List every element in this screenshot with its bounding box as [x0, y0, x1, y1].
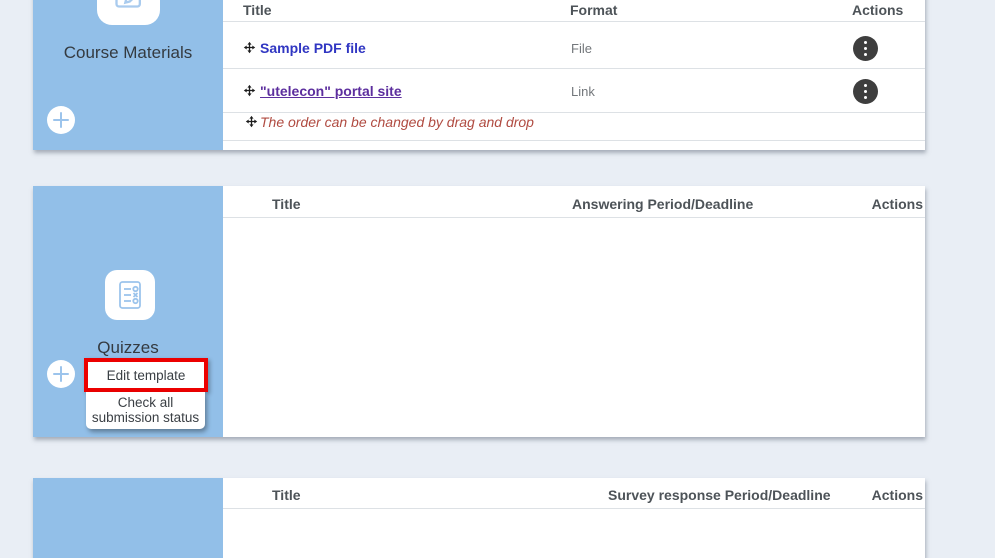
section-surveys: Title Survey response Period/Deadline Ac… — [33, 478, 925, 558]
course-materials-panel: Course Materials — [33, 0, 223, 150]
material-format: File — [571, 41, 592, 56]
add-material-button[interactable] — [47, 106, 75, 134]
plus-icon — [47, 360, 75, 388]
material-format: Link — [571, 84, 595, 99]
menu-item-label: Check all submission status — [91, 395, 200, 425]
section-course-materials: Course Materials Title Format Actions Sa… — [33, 0, 925, 150]
drag-drop-note: The order can be changed by drag and dro… — [260, 114, 534, 130]
menu-item-edit-template[interactable]: Edit template — [84, 358, 208, 392]
section-title: Course Materials — [33, 43, 223, 63]
column-header-title: Title — [243, 2, 272, 18]
surveys-panel — [33, 478, 223, 558]
section-title: Quizzes — [33, 338, 223, 358]
kebab-dot — [864, 96, 868, 100]
course-admin-page: { "colors": { "page_background": "#e9eef… — [0, 0, 995, 520]
drag-move-icon[interactable] — [245, 115, 259, 129]
drag-move-icon[interactable] — [243, 84, 257, 98]
section-quizzes: Quizzes Edit template Check all submissi… — [33, 186, 925, 437]
quizzes-panel: Quizzes Edit template Check all submissi… — [33, 186, 223, 437]
column-header-actions: Actions — [872, 487, 923, 503]
header-divider — [223, 21, 925, 22]
menu-item-check-all-submission-status[interactable]: Check all submission status — [86, 392, 205, 429]
header-divider — [223, 508, 925, 509]
quiz-add-dropdown-menu: Edit template Check all submission statu… — [84, 358, 208, 429]
row-divider — [223, 68, 925, 69]
quiz-checklist-icon — [105, 270, 155, 320]
edit-square-icon — [97, 0, 160, 25]
column-header-actions: Actions — [872, 196, 923, 212]
menu-item-label: Edit template — [107, 368, 186, 383]
column-header-title: Title — [272, 487, 301, 503]
kebab-dot — [864, 84, 868, 88]
header-divider — [223, 217, 925, 218]
actions-kebab-menu-button[interactable] — [853, 36, 878, 61]
kebab-dot — [864, 53, 868, 57]
material-link-utelecon-portal[interactable]: "utelecon" portal site — [260, 83, 402, 99]
column-header-answering-period: Answering Period/Deadline — [572, 196, 753, 212]
column-header-survey-response-period: Survey response Period/Deadline — [608, 487, 831, 503]
add-quiz-button[interactable] — [47, 360, 75, 388]
kebab-dot — [864, 41, 868, 45]
plus-icon — [47, 106, 75, 134]
column-header-title: Title — [272, 196, 301, 212]
row-divider — [223, 112, 925, 113]
material-link-sample-pdf[interactable]: Sample PDF file — [260, 40, 366, 56]
row-divider — [223, 140, 925, 141]
column-header-format: Format — [570, 2, 617, 18]
kebab-dot — [864, 47, 868, 51]
column-header-actions: Actions — [852, 2, 903, 18]
actions-kebab-menu-button[interactable] — [853, 79, 878, 104]
kebab-dot — [864, 90, 868, 94]
drag-move-icon[interactable] — [243, 41, 257, 55]
